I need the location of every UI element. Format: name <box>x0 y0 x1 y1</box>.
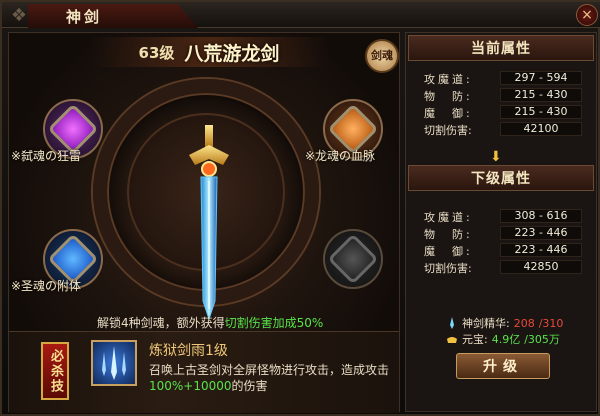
bonus-prefix: 解锁4种剑魂，额外获得 <box>97 316 225 330</box>
window-title: 神剑 <box>66 7 103 26</box>
essence-need: /310 <box>538 316 564 330</box>
attr-label: 攻魔道: <box>424 73 473 86</box>
skill-desc-suffix: 的伤害 <box>231 379 268 393</box>
attributes-panel: 当前属性 攻魔道: 297 - 594 物 防: 215 - 430 魔 御: … <box>405 32 597 412</box>
arrow-down-icon: ⬇ <box>490 149 502 165</box>
essence-have: 208 <box>513 316 535 330</box>
attr-value: 223 - 446 <box>500 243 582 257</box>
current-attributes-header: 当前属性 <box>408 35 594 61</box>
ultimate-badge: 必杀技 <box>41 342 69 400</box>
locked-gem-icon <box>327 233 379 285</box>
sword-panel: 63级 八荒游龙剑 剑魂 ※弑魂の狂雷 ※龙魂の血脉 ※圣魂の附体 解锁4种剑魂… <box>8 32 400 413</box>
skill-desc-prefix: 召唤上古圣剑对全屏怪物进行攻击，造成攻击 <box>149 363 390 377</box>
next-attributes-header: 下级属性 <box>408 165 594 191</box>
title-tab: 神剑 <box>28 4 198 28</box>
attr-label: 切割伤害: <box>424 262 472 275</box>
attr-value: 223 - 446 <box>500 226 582 240</box>
attr-label: 物 防: <box>424 228 473 241</box>
skill-desc-highlight: 100%+10000 <box>149 379 232 393</box>
gold-need: /305万 <box>524 333 560 346</box>
attr-label: 物 防: <box>424 90 473 103</box>
sword-rain-skill-icon[interactable] <box>91 340 137 386</box>
current-phys-def-row: 物 防: 215 - 430 <box>412 88 592 103</box>
essence-label: 神剑精华: <box>462 317 510 330</box>
next-phys-def-row: 物 防: 223 - 446 <box>412 226 592 241</box>
next-cut-damage-row: 切割伤害: 42850 <box>412 260 592 275</box>
soul-gem-locked[interactable] <box>323 229 383 289</box>
weapon-level: 63级 <box>138 43 175 62</box>
attr-label: 魔 御: <box>424 245 473 258</box>
bonus-highlight: 切割伤害加成50% <box>224 316 324 330</box>
next-attack-row: 攻魔道: 308 - 616 <box>412 209 592 224</box>
weapon-name: 八荒游龙剑 <box>184 42 280 65</box>
current-attack-row: 攻魔道: 297 - 594 <box>412 71 592 86</box>
window-frame: ❖ 神剑 × 63级 八荒游龙剑 剑魂 ※弑魂の狂雷 ※龙魂の血脉 ※圣魂の附体… <box>0 0 600 416</box>
current-magic-def-row: 魔 御: 215 - 430 <box>412 105 592 120</box>
gold-label: 元宝: <box>462 333 488 346</box>
attr-value: 42100 <box>500 122 582 136</box>
skill-section: 必杀技 炼狱剑雨1级 召唤上古圣剑对全屏怪物进行攻击，造成攻击 100%+1000… <box>9 331 399 413</box>
attr-label: 切割伤害: <box>424 124 472 137</box>
close-button[interactable]: × <box>576 4 598 26</box>
soul-label-holy: ※圣魂の附体 <box>11 279 82 293</box>
sword-essence-icon <box>450 317 454 329</box>
gold-have: 4.9亿 <box>491 333 521 346</box>
sword-soul-button[interactable]: 剑魂 <box>365 39 399 73</box>
soul-label-thunder: ※弑魂の狂雷 <box>11 149 82 163</box>
attr-value: 297 - 594 <box>500 71 582 85</box>
weapon-name-bar: 63级 八荒游龙剑 <box>89 37 329 67</box>
title-bar: ❖ 神剑 × <box>2 2 600 28</box>
attr-label: 攻魔道: <box>424 211 473 224</box>
skill-description: 召唤上古圣剑对全屏怪物进行攻击，造成攻击 100%+10000的伤害 <box>149 362 395 394</box>
ingot-icon <box>447 337 457 343</box>
gold-resource: 元宝: 4.9亿/305万 <box>446 331 560 347</box>
skill-name: 炼狱剑雨1级 <box>149 343 228 359</box>
current-cut-damage-row: 切割伤害: 42100 <box>412 122 592 137</box>
upgrade-button[interactable]: 升级 <box>456 353 550 379</box>
attr-value: 308 - 616 <box>500 209 582 223</box>
unlock-bonus-text: 解锁4种剑魂，额外获得切割伤害加成50% <box>97 314 323 331</box>
sword-rain-icon <box>102 346 126 380</box>
attr-value: 215 - 430 <box>500 88 582 102</box>
essence-resource: 神剑精华: 208/310 <box>446 315 563 331</box>
attr-value: 42850 <box>500 260 582 274</box>
attr-value: 215 - 430 <box>500 105 582 119</box>
sword-icon <box>189 125 229 321</box>
attr-label: 魔 御: <box>424 107 473 120</box>
next-magic-def-row: 魔 御: 223 - 446 <box>412 243 592 258</box>
soul-label-dragon: ※龙魂の血脉 <box>305 149 376 163</box>
